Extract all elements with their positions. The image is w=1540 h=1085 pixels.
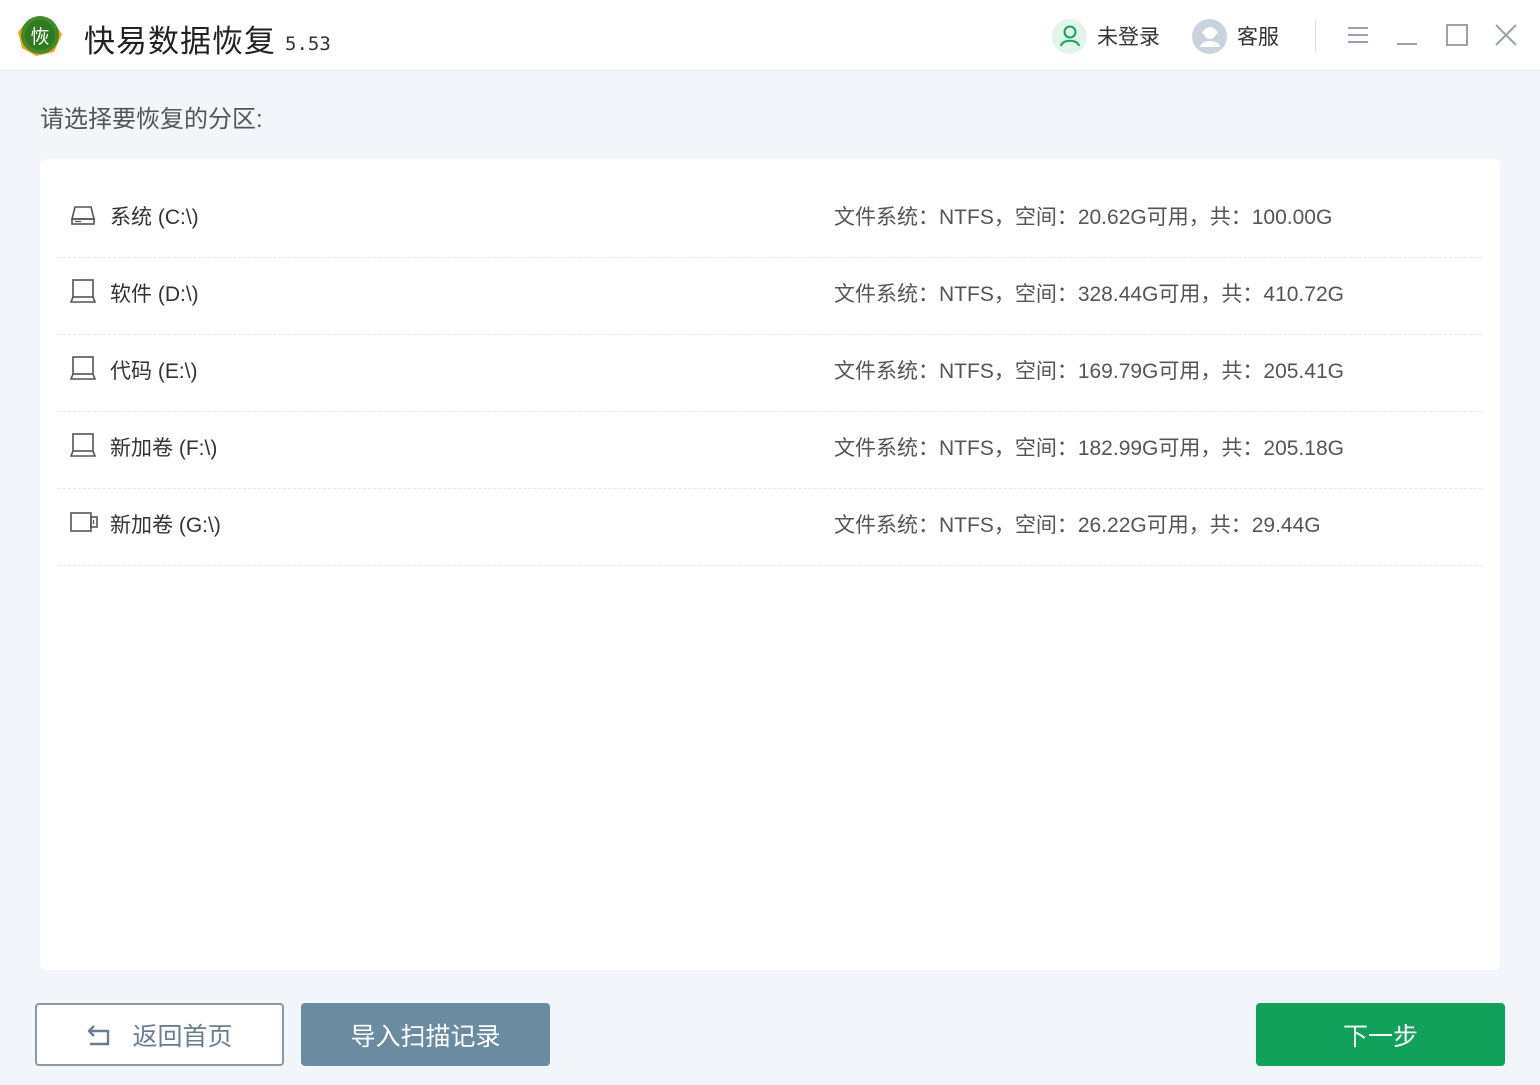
title-bar: 恢 快易数据恢复 5.53 未登录 客服 [0, 0, 1540, 71]
close-button[interactable] [1491, 20, 1521, 50]
partition-row-g[interactable]: 新加卷 (G:\) 文件系统：NTFS，空间：26.22G可用，共：29.44G [58, 489, 1482, 566]
maximize-button[interactable] [1442, 20, 1472, 50]
partition-name: 系统 (C:\) [110, 206, 199, 229]
title-bar-divider [1315, 19, 1316, 53]
drive-icon [69, 278, 97, 304]
partition-row-e[interactable]: 代码 (E:\) 文件系统：NTFS，空间：169.79G可用，共：205.41… [58, 335, 1482, 412]
return-icon [88, 1024, 110, 1045]
support-button[interactable]: 客服 [1192, 18, 1279, 54]
maximize-icon [1446, 24, 1468, 46]
drive-icon [69, 355, 97, 381]
minimize-button[interactable] [1392, 20, 1422, 50]
page-prompt: 请选择要恢复的分区: [40, 106, 263, 133]
partition-info: 文件系统：NTFS，空间：169.79G可用，共：205.41G [834, 360, 1344, 383]
partition-name: 新加卷 (G:\) [110, 514, 221, 537]
next-step-button[interactable]: 下一步 [1256, 1003, 1505, 1066]
next-step-label: 下一步 [1342, 1022, 1418, 1051]
menu-icon [1348, 27, 1368, 43]
drive-icon [69, 432, 97, 458]
support-agent-icon [1192, 18, 1227, 54]
import-scan-record-label: 导入扫描记录 [350, 1022, 501, 1051]
logo-char: 恢 [30, 26, 49, 48]
partition-info: 文件系统：NTFS，空间：20.62G可用，共：100.00G [834, 206, 1333, 229]
app-logo-icon: 恢 [14, 12, 66, 58]
system-drive-icon [70, 201, 96, 227]
back-home-button[interactable]: 返回首页 [35, 1003, 284, 1066]
import-scan-record-button[interactable]: 导入扫描记录 [301, 1003, 550, 1066]
menu-button[interactable] [1343, 20, 1373, 50]
partition-list: 系统 (C:\) 文件系统：NTFS，空间：20.62G可用，共：100.00G… [58, 181, 1482, 566]
partition-name: 软件 (D:\) [110, 283, 199, 306]
partition-name: 代码 (E:\) [110, 360, 198, 383]
app-version: 5.53 [285, 33, 331, 55]
partition-name: 新加卷 (F:\) [110, 437, 218, 460]
back-home-label: 返回首页 [132, 1022, 233, 1051]
app-title: 快易数据恢复 [84, 24, 276, 59]
account-label: 未登录 [1097, 26, 1160, 49]
partition-row-f[interactable]: 新加卷 (F:\) 文件系统：NTFS，空间：182.99G可用，共：205.1… [58, 412, 1482, 489]
partition-info: 文件系统：NTFS，空间：182.99G可用，共：205.18G [834, 437, 1344, 460]
account-button[interactable]: 未登录 [1052, 18, 1160, 54]
usb-drive-icon [70, 509, 98, 535]
minimize-icon [1397, 43, 1417, 45]
partition-row-d[interactable]: 软件 (D:\) 文件系统：NTFS，空间：328.44G可用，共：410.72… [58, 258, 1482, 335]
partition-info: 文件系统：NTFS，空间：26.22G可用，共：29.44G [834, 514, 1321, 537]
close-icon [1495, 24, 1517, 46]
partition-row-c[interactable]: 系统 (C:\) 文件系统：NTFS，空间：20.62G可用，共：100.00G [58, 181, 1482, 258]
user-icon [1052, 18, 1087, 54]
partition-info: 文件系统：NTFS，空间：328.44G可用，共：410.72G [834, 283, 1344, 306]
partition-panel: 系统 (C:\) 文件系统：NTFS，空间：20.62G可用，共：100.00G… [40, 159, 1500, 970]
support-label: 客服 [1237, 26, 1279, 49]
